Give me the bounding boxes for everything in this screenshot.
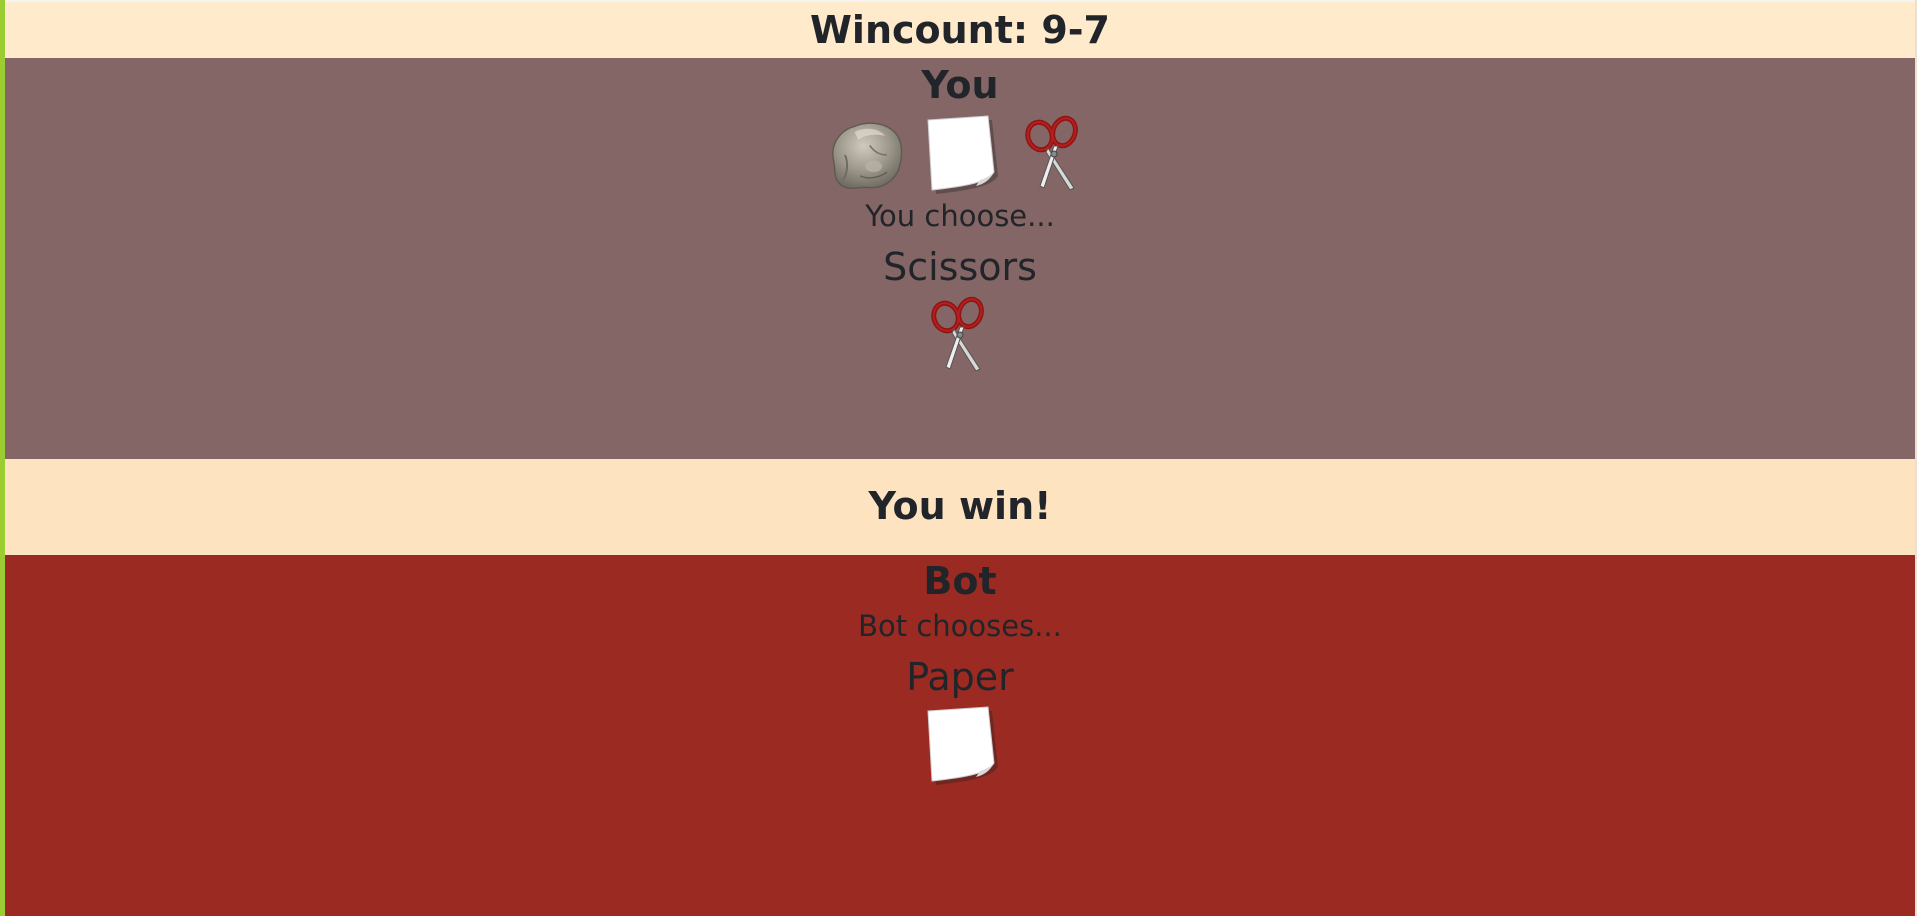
result-banner: You win! [5,459,1915,555]
player-section: You You choose... Scissors [5,58,1915,459]
bot-selected-choice: Paper [906,655,1014,699]
result-text: You win! [868,484,1052,528]
bot-prompt: Bot chooses... [858,609,1062,643]
player-prompt: You choose... [865,199,1055,233]
game-window: Wincount: 9-7 You You choose... Scissors… [0,0,1917,916]
bot-title: Bot [923,559,997,603]
rock-icon [832,122,903,189]
bot-section: Bot Bot chooses... Paper [5,555,1915,916]
scissors-icon [1025,115,1078,191]
wincount-heading: Wincount: 9-7 [810,8,1110,52]
player-choice-buttons [5,111,1915,197]
rock-button[interactable] [826,114,906,194]
paper-icon [927,706,998,785]
bot-selected-display [5,703,1915,787]
player-selected-display [5,293,1915,377]
player-title: You [921,63,999,107]
paper-icon [927,115,998,194]
scissors-button[interactable] [1014,114,1094,194]
wincount-banner: Wincount: 9-7 [5,2,1915,58]
scissors-icon [931,296,984,372]
player-selected-choice: Scissors [883,245,1037,289]
paper-button[interactable] [920,114,1000,194]
